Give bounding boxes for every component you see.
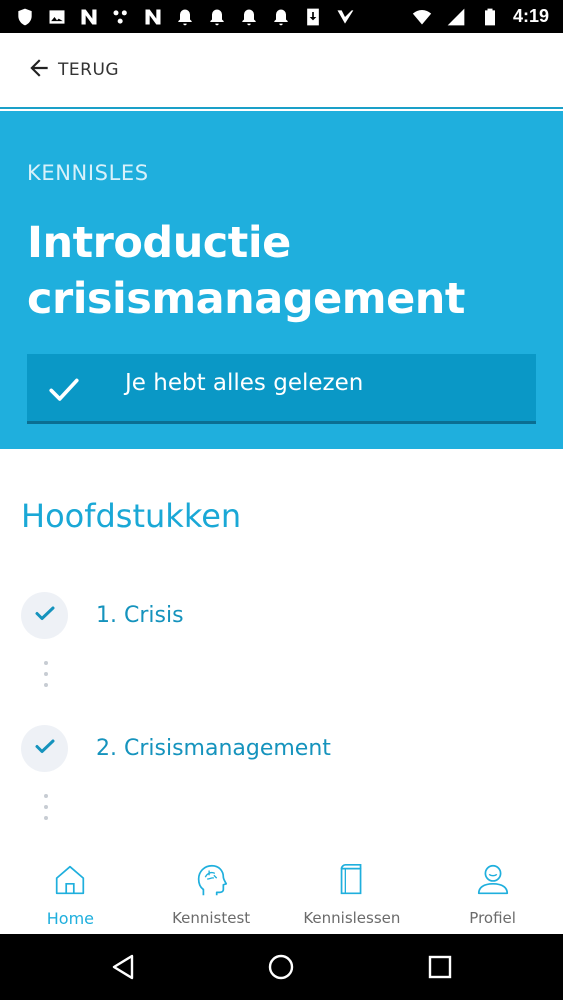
n-app-icon — [78, 6, 100, 28]
download-icon — [302, 6, 324, 28]
nav-kennislessen-label: Kennislessen — [303, 909, 401, 927]
chapter-label: 2. Crisismanagement — [96, 735, 331, 761]
nav-kennislessen[interactable]: Kennislessen — [282, 853, 423, 934]
status-clock: 4:19 — [512, 6, 549, 26]
home-icon — [51, 853, 89, 903]
brain-head-icon — [192, 853, 230, 903]
chapter-label: 1. Crisis — [96, 602, 184, 628]
checkmark-icon — [33, 601, 57, 629]
chapter-status — [21, 591, 68, 639]
check-app-icon — [334, 6, 356, 28]
checkmark-icon — [33, 734, 57, 762]
recents-square-icon[interactable] — [425, 952, 455, 982]
wifi-icon — [411, 6, 433, 28]
bell-icon-2 — [206, 6, 228, 28]
nav-kennistest[interactable]: Kennistest — [141, 853, 282, 934]
nav-profiel[interactable]: Profiel — [422, 853, 563, 934]
back-button[interactable]: TERUG — [26, 55, 119, 85]
bottom-navigation: Home Kennistest Kennislessen Profiel — [0, 853, 563, 934]
nav-home[interactable]: Home — [0, 853, 141, 934]
chapter-connector — [44, 794, 48, 820]
status-system-icons: 4:19 — [411, 0, 549, 33]
shield-icon — [14, 6, 36, 28]
nav-profiel-label: Profiel — [469, 909, 516, 927]
n-app-icon-2 — [142, 6, 164, 28]
dots-app-icon — [110, 6, 132, 28]
bell-icon-4 — [270, 6, 292, 28]
image-icon — [46, 6, 68, 28]
bell-icon — [174, 6, 196, 28]
chapter-connector — [44, 661, 48, 687]
read-status-text: Je hebt alles gelezen — [125, 370, 364, 396]
chapters-title: Hoofdstukken — [21, 497, 242, 535]
status-bar: 4:19 — [0, 0, 563, 33]
system-navigation-bar — [0, 934, 563, 1000]
back-triangle-icon[interactable] — [108, 952, 138, 982]
lesson-header: KENNISLES Introductie crisismanagement J… — [0, 111, 563, 449]
user-icon — [474, 853, 512, 903]
signal-icon — [445, 6, 467, 28]
status-notification-icons — [0, 6, 356, 28]
chapter-item-1[interactable]: 1. Crisis — [21, 590, 541, 640]
lesson-title: Introductie crisismanagement — [27, 218, 465, 324]
chapter-status — [21, 724, 68, 772]
lesson-kicker: KENNISLES — [27, 161, 149, 185]
nav-home-label: Home — [46, 909, 94, 928]
read-status-banner: Je hebt alles gelezen — [27, 354, 536, 424]
top-app-bar: TERUG — [0, 33, 563, 109]
back-label: TERUG — [58, 60, 120, 80]
book-icon — [333, 853, 371, 903]
bell-icon-3 — [238, 6, 260, 28]
nav-kennistest-label: Kennistest — [172, 909, 251, 927]
battery-icon — [479, 6, 501, 28]
checkmark-icon — [47, 372, 81, 406]
arrow-left-icon — [26, 55, 52, 85]
chapter-item-2[interactable]: 2. Crisismanagement — [21, 723, 541, 773]
home-circle-icon[interactable] — [266, 952, 296, 982]
